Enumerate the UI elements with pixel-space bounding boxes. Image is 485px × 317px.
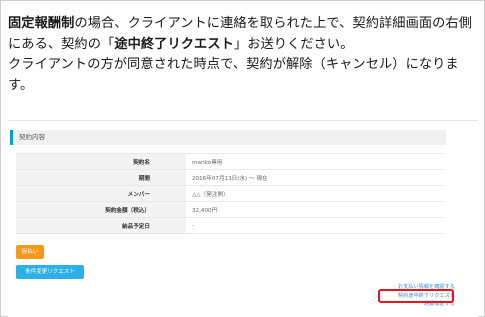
provisional-payment-button[interactable]: 仮払い <box>16 245 44 259</box>
row-label: 納品予定日 <box>16 217 186 234</box>
instruction-line-2: クライアントの方が同意された時点で、契約が解除（キャンセル）になります。 <box>8 57 459 93</box>
row-value: 32,400円 <box>186 201 444 218</box>
contract-name-link[interactable]: mariko専用 <box>186 153 444 170</box>
contract-card-title: 契約内容 <box>10 130 446 145</box>
row-label: 契約名 <box>16 153 186 170</box>
row-label: メンバー <box>16 185 186 202</box>
contract-details-table: 契約名 mariko専用 期間 2016年07月13日(水) ～ 現在 メンバー… <box>16 153 444 234</box>
row-label: 期間 <box>16 169 186 186</box>
table-row: 期間 2016年07月13日(水) ～ 現在 <box>16 169 444 186</box>
highlight-box <box>378 289 454 303</box>
table-row: 契約名 mariko専用 <box>16 153 444 170</box>
change-request-button[interactable]: 条件変更リクエスト <box>16 265 84 279</box>
member-link[interactable]: △△（発注側） <box>186 185 444 202</box>
row-label: 契約金額（税込） <box>16 201 186 218</box>
instruction-text: 固定報酬制の場合、クライアントに連絡を取られた上で、契約詳細画面の右側にある、契… <box>8 14 478 96</box>
table-row: 契約金額（税込） 32,400円 <box>16 201 444 218</box>
table-row: 納品予定日 - <box>16 217 444 234</box>
fixed-fee-term: 固定報酬制 <box>8 16 75 31</box>
instruction-part: 」お送りください。 <box>233 36 354 52</box>
end-request-term: 途中終了リクエスト <box>114 36 234 52</box>
table-row: メンバー △△（発注側） <box>16 185 444 202</box>
row-value: - <box>186 217 444 234</box>
row-value: 2016年07月13日(水) ～ 現在 <box>186 169 444 186</box>
